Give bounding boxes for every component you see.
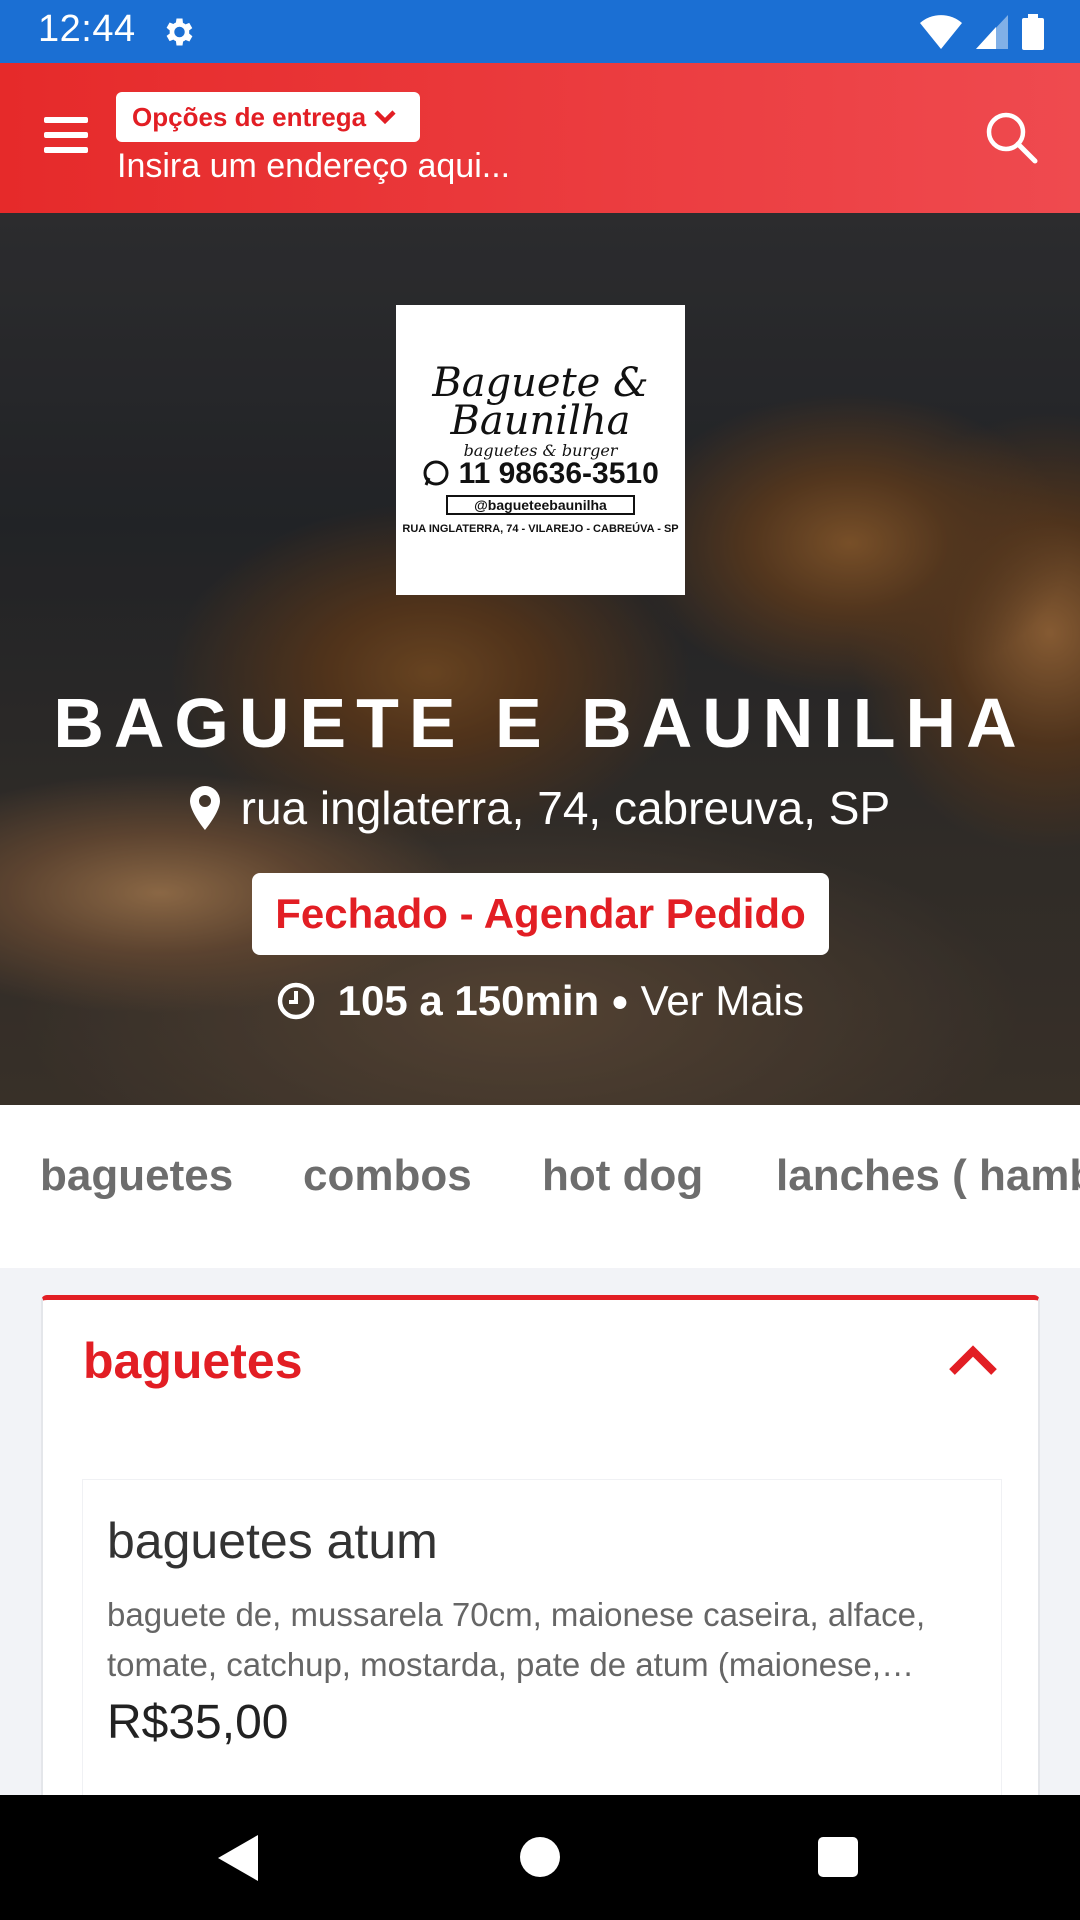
product-price: R$35,00 xyxy=(107,1696,289,1749)
restaurant-address: rua inglaterra, 74, cabreuva, SP xyxy=(0,781,1080,835)
restaurant-logo: Baguete & Baunilha baguetes & burger 11 … xyxy=(396,305,685,595)
signal-icon xyxy=(976,15,1008,49)
address-input[interactable]: Insira um endereço aqui... xyxy=(117,147,510,186)
app-bar: Opções de entrega Insira um endereço aqu… xyxy=(0,63,1080,213)
product-item[interactable]: baguetes atum baguete de, mussarela 70cm… xyxy=(83,1480,1001,1820)
see-more-link[interactable]: Ver Mais xyxy=(641,977,804,1024)
category-title: baguetes xyxy=(83,1333,303,1389)
product-name: baguetes atum xyxy=(107,1513,438,1569)
chevron-down-icon xyxy=(374,110,396,125)
logo-social: @bagueteebaunilha xyxy=(446,495,635,515)
back-icon[interactable] xyxy=(218,1835,258,1881)
home-icon[interactable] xyxy=(520,1837,560,1877)
chevron-up-icon[interactable] xyxy=(948,1342,998,1378)
delivery-time: 105 a 150min xyxy=(337,977,600,1024)
category-tabs: baguetes combos hot dog lanches ( hamb xyxy=(0,1105,1080,1268)
location-pin-icon xyxy=(189,786,220,830)
wifi-icon xyxy=(920,15,962,49)
restaurant-hero: Baguete & Baunilha baguetes & burger 11 … xyxy=(0,213,1080,1105)
tab-hot-dog[interactable]: hot dog xyxy=(542,1151,703,1201)
product-description: baguete de, mussarela 70cm, maionese cas… xyxy=(107,1596,926,1683)
schedule-order-button[interactable]: Fechado - Agendar Pedido xyxy=(252,873,829,955)
tab-combos[interactable]: combos xyxy=(303,1151,472,1201)
delivery-info: 105 a 150min ● Ver Mais xyxy=(0,977,1080,1025)
tab-baguetes[interactable]: baguetes xyxy=(40,1151,233,1201)
search-icon[interactable] xyxy=(983,109,1039,165)
whatsapp-icon xyxy=(423,460,449,486)
navigation-bar xyxy=(0,1795,1080,1920)
logo-name-2: Baunilha xyxy=(450,398,631,444)
tab-lanches[interactable]: lanches ( hamb xyxy=(776,1151,1080,1201)
recents-icon[interactable] xyxy=(818,1837,858,1877)
menu-icon[interactable] xyxy=(44,117,88,157)
restaurant-address-text: rua inglaterra, 74, cabreuva, SP xyxy=(240,782,891,834)
logo-phone: 11 98636-3510 xyxy=(396,457,685,491)
gear-icon xyxy=(166,18,193,46)
clock-icon xyxy=(277,982,315,1020)
separator-dot: ● xyxy=(610,985,629,1018)
battery-icon xyxy=(1022,14,1044,50)
restaurant-name: BAGUETE E BAUNILHA xyxy=(53,684,1027,762)
logo-address: RUA INGLATERRA, 74 - VILAREJO - CABREÚVA… xyxy=(402,523,679,535)
status-bar: 12:44 xyxy=(0,0,1080,63)
delivery-options-label: Opções de entrega xyxy=(132,101,367,132)
logo-name: Baguete & xyxy=(432,360,649,406)
delivery-options-button[interactable]: Opções de entrega xyxy=(116,92,420,142)
status-time: 12:44 xyxy=(38,8,136,50)
